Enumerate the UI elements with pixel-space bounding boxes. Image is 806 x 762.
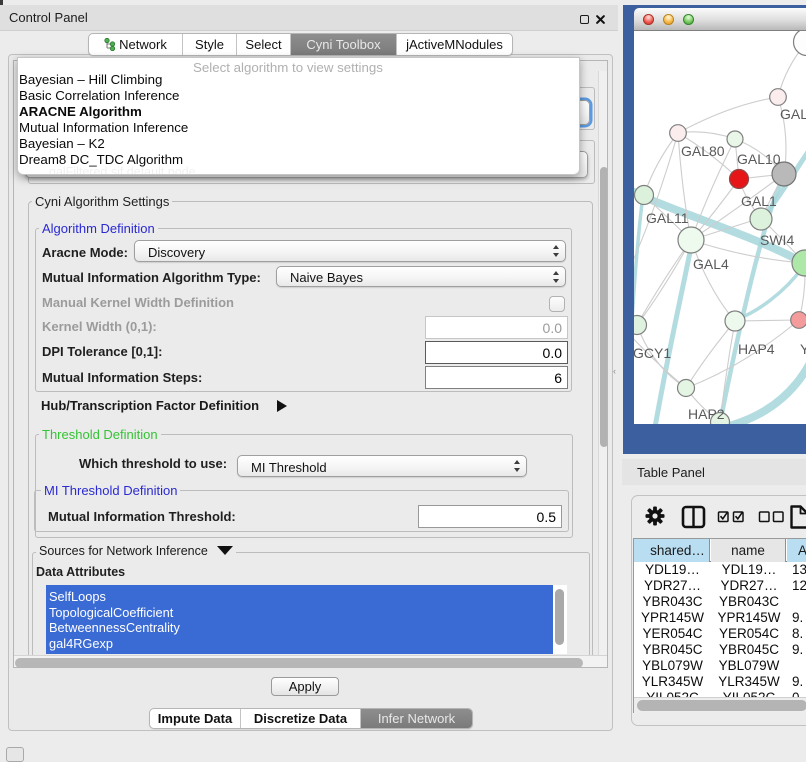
svg-text:HAP2: HAP2 [688,406,725,422]
svg-text:GAL1: GAL1 [741,193,777,209]
svg-text:GAL10: GAL10 [737,151,781,167]
svg-text:GAL80: GAL80 [681,143,725,159]
svg-text:GCY1: GCY1 [634,345,671,361]
svg-text:GAL4: GAL4 [693,256,729,272]
svg-text:GAL11: GAL11 [646,210,689,226]
svg-text:Y: Y [800,341,806,357]
svg-text:SWI4: SWI4 [760,232,794,248]
svg-text:GAL: GAL [780,106,806,122]
svg-text:HAP4: HAP4 [738,341,775,357]
